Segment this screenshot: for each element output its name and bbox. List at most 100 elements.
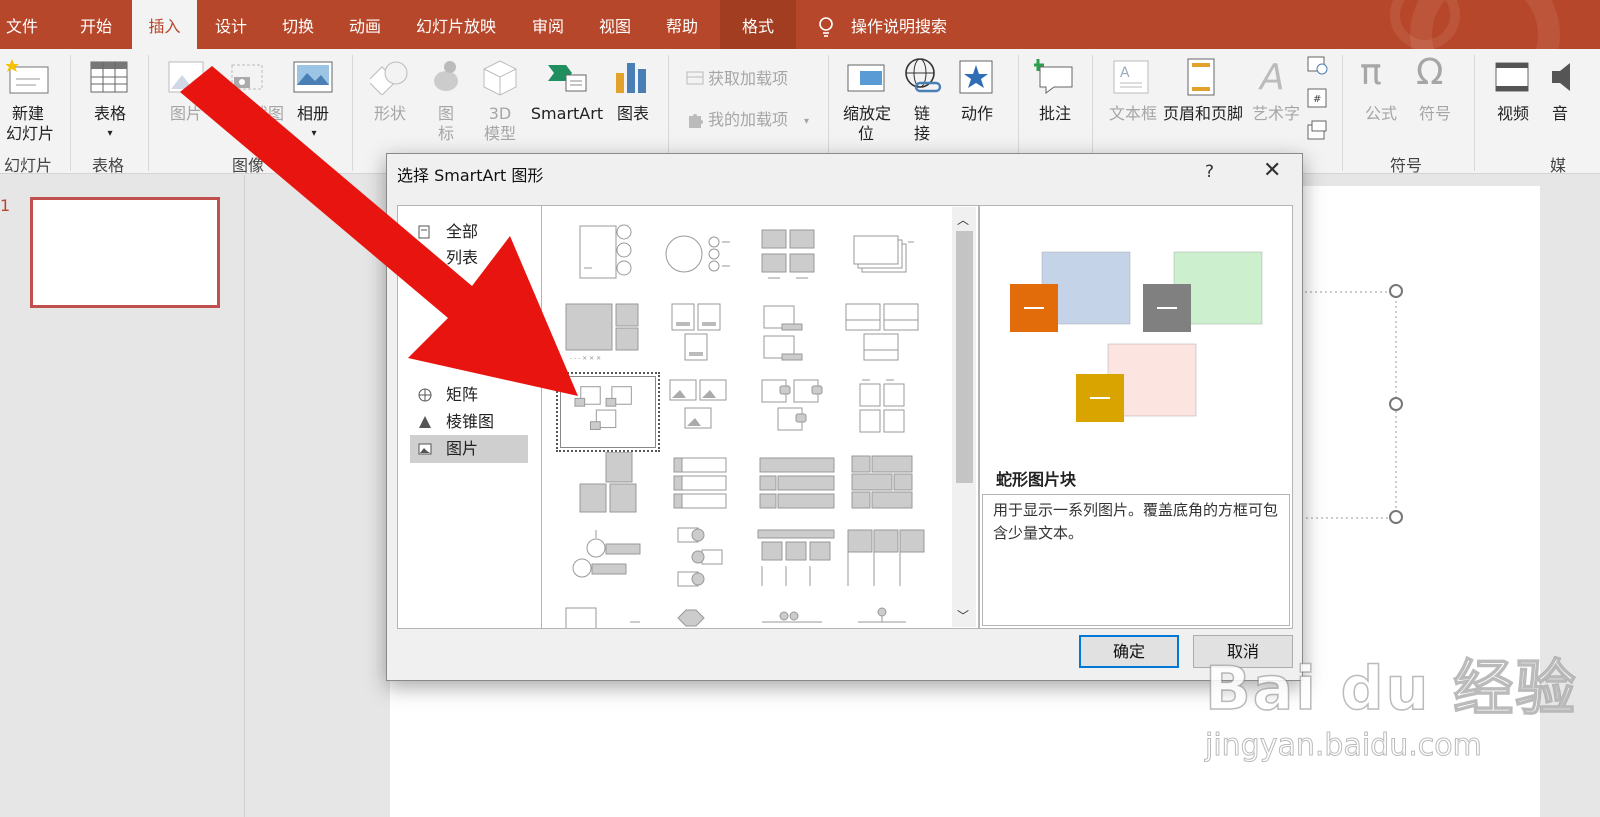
audio-icon[interactable] (1548, 61, 1578, 97)
shapes-label[interactable]: 形状 (372, 104, 408, 124)
tab-animations[interactable]: 动画 (349, 0, 381, 49)
layout-item[interactable] (742, 376, 838, 448)
layout-item[interactable] (742, 452, 838, 524)
layout-item[interactable] (560, 452, 656, 524)
header-footer-label[interactable]: 页眉和页脚 (1160, 104, 1246, 124)
layout-item[interactable] (834, 452, 930, 524)
3d-model-label-2[interactable]: 模型 (480, 124, 520, 144)
new-slide-label-2[interactable]: 幻灯片 (0, 124, 60, 144)
layout-item[interactable] (650, 526, 746, 598)
scrollbar-thumb[interactable] (956, 231, 973, 483)
date-time-icon[interactable] (1306, 53, 1328, 79)
tab-home[interactable]: 开始 (80, 0, 112, 49)
layout-item[interactable] (650, 376, 746, 448)
lightbulb-icon[interactable] (816, 0, 838, 49)
chevron-down-icon[interactable]: ▾ (804, 112, 809, 132)
equation-label[interactable]: 公式 (1362, 104, 1400, 124)
action-label[interactable]: 动作 (958, 104, 996, 124)
zoom-label-2[interactable]: 位 (846, 124, 886, 144)
layout-item[interactable] (834, 526, 930, 598)
link-icon[interactable] (902, 57, 942, 101)
wordart-label[interactable]: 艺术字 (1250, 104, 1302, 124)
layout-item[interactable] (742, 602, 838, 629)
icons-label-2[interactable]: 标 (436, 124, 456, 144)
help-button[interactable]: ? (1205, 162, 1214, 182)
category-all[interactable]: 全部 (410, 218, 528, 246)
chevron-down-icon[interactable]: ▾ (104, 124, 116, 144)
layout-item[interactable] (560, 526, 656, 598)
album-label[interactable]: 相册 (294, 104, 332, 124)
layout-item[interactable] (742, 220, 838, 292)
ok-button[interactable]: 确定 (1079, 635, 1179, 668)
layout-item[interactable] (742, 526, 838, 598)
tab-insert[interactable]: 插入 (132, 0, 197, 49)
layout-item[interactable] (834, 376, 930, 448)
new-slide-label[interactable]: 新建 (8, 104, 48, 124)
resize-handle[interactable] (1389, 397, 1403, 411)
layout-item[interactable] (560, 220, 656, 292)
table-icon[interactable] (90, 61, 128, 97)
category-pyramid[interactable]: 棱锥图 (410, 408, 528, 436)
zoom-label-1[interactable]: 缩放定 (840, 104, 894, 124)
smartart-icon[interactable] (546, 61, 588, 97)
layout-item[interactable] (650, 220, 746, 292)
video-label[interactable]: 视频 (1494, 104, 1532, 124)
object-icon[interactable] (1306, 119, 1328, 145)
layout-item[interactable] (834, 602, 930, 629)
slide-number-icon[interactable]: # (1306, 87, 1328, 113)
3d-model-label-1[interactable]: 3D (484, 104, 516, 124)
layout-item[interactable] (650, 452, 746, 524)
tell-me-search[interactable]: 操作说明搜索 (851, 0, 947, 49)
layout-item[interactable] (560, 602, 656, 629)
3d-model-icon[interactable] (482, 59, 518, 101)
slide-thumbnail[interactable] (30, 197, 220, 308)
gallery-scrollbar[interactable]: ︿ ﹀ (952, 207, 976, 627)
chevron-down-icon[interactable]: ▾ (308, 124, 320, 144)
my-addins-icon[interactable] (686, 110, 704, 132)
link-label-1[interactable]: 链 (912, 104, 932, 124)
new-slide-icon[interactable] (5, 59, 50, 99)
shapes-icon[interactable] (367, 59, 410, 99)
chart-label[interactable]: 图表 (614, 104, 652, 124)
icons-label-1[interactable]: 图 (436, 104, 456, 124)
table-label[interactable]: 表格 (88, 104, 132, 124)
store-icon[interactable] (686, 69, 704, 89)
icons-icon[interactable] (428, 59, 464, 99)
smartart-label[interactable]: SmartArt (530, 104, 604, 124)
layout-item[interactable] (650, 300, 746, 372)
tab-slideshow[interactable]: 幻灯片放映 (416, 0, 496, 49)
screenshot-label[interactable]: 截图 (250, 104, 286, 124)
zoom-icon[interactable] (846, 61, 888, 97)
close-button[interactable]: ✕ (1263, 158, 1281, 183)
action-icon[interactable] (958, 59, 994, 99)
tab-file[interactable]: 文件 (6, 0, 38, 49)
my-addins-label[interactable]: 我的加载项 (708, 110, 788, 130)
picture-label[interactable]: 图片 (168, 104, 204, 124)
tab-help[interactable]: 帮助 (666, 0, 698, 49)
layout-item[interactable] (834, 300, 930, 372)
textbox-label[interactable]: 文本框 (1106, 104, 1160, 124)
link-label-2[interactable]: 接 (912, 124, 932, 144)
symbol-label[interactable]: 符号 (1416, 104, 1454, 124)
chart-icon[interactable] (614, 59, 650, 99)
layout-item[interactable] (834, 220, 930, 292)
layout-item[interactable] (742, 300, 838, 372)
scroll-up-icon[interactable]: ︿ (957, 211, 969, 228)
textbox-icon[interactable]: A (1112, 59, 1150, 99)
category-picture[interactable]: 图片 (410, 435, 528, 463)
category-list-item[interactable]: 列表 (410, 244, 528, 272)
equation-icon[interactable]: π (1360, 53, 1382, 93)
photo-album-icon[interactable] (293, 61, 333, 97)
layout-item[interactable]: - - - ✕ ✕ ✕ (560, 300, 656, 372)
tab-design[interactable]: 设计 (215, 0, 247, 49)
get-addins-label[interactable]: 获取加载项 (708, 69, 788, 89)
picture-icon[interactable] (168, 61, 204, 97)
comment-label[interactable]: 批注 (1036, 104, 1074, 124)
layout-item[interactable] (650, 602, 746, 629)
camera-icon[interactable] (230, 63, 266, 97)
tab-view[interactable]: 视图 (599, 0, 631, 49)
header-footer-icon[interactable] (1186, 57, 1216, 101)
audio-label[interactable]: 音 (1552, 104, 1568, 124)
symbol-icon[interactable]: Ω (1416, 53, 1444, 93)
resize-handle[interactable] (1389, 284, 1403, 298)
